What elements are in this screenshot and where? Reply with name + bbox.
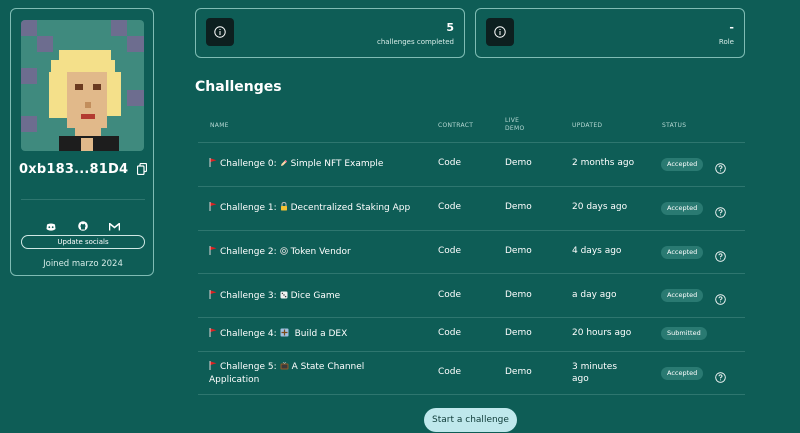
updated-time: 20 days ago [572,202,628,212]
pencil-icon [280,159,288,170]
challenge-name-link[interactable]: Challenge 4: Build a DEX [209,328,347,340]
table-row: Challenge 5: A State Channel Application … [198,351,745,395]
contract-code-link[interactable]: Code [438,328,461,338]
info-icon [206,18,234,46]
copy-icon[interactable] [136,162,148,179]
help-circle-icon[interactable] [715,368,726,383]
table-row: Challenge 3: Dice Game Code Demo a day ag… [198,273,745,317]
table-row: Challenge 1: Decentralized Staking App Co… [198,186,745,230]
column-header-live-demo-line2: DEMO [505,125,525,132]
stat-value: 5 [446,21,454,34]
tv-icon [280,361,289,374]
flag-icon [209,328,217,340]
challenge-name-link[interactable]: Challenge 2: Token Vendor [209,246,351,258]
section-title: Challenges [195,79,282,95]
updated-time: a day ago [572,290,617,300]
column-header-live-demo-line1: LIVE [505,117,520,124]
contract-code-link[interactable]: Code [438,290,461,300]
challenge-prefix: Challenge 5: [220,362,277,372]
stat-label: Role [718,38,734,46]
column-header-updated: UPDATED [572,122,603,129]
challenge-prefix: Challenge 3: [220,291,277,301]
avatar [21,20,144,151]
dice-icon [280,291,288,302]
live-demo-link[interactable]: Demo [505,158,532,168]
status-badge: Accepted [661,202,704,215]
card-divider [21,199,145,200]
contract-code-link[interactable]: Code [438,367,461,377]
discord-icon[interactable] [46,216,56,235]
challenge-prefix: Challenge 0: [220,159,277,169]
contract-code-link[interactable]: Code [438,158,461,168]
challenge-name-link[interactable]: Challenge 0: Simple NFT Example [209,158,383,170]
profile-card: 0xb183...81D4 Update socials Joined marz… [10,8,154,276]
live-demo-link[interactable]: Demo [505,328,532,338]
help-circle-icon[interactable] [715,247,726,262]
challenge-title-line2: Application [209,375,260,385]
flag-icon [209,361,217,374]
challenge-title: Decentralized Staking App [290,203,411,213]
challenge-name-link[interactable]: Challenge 3: Dice Game [209,290,340,302]
stat-value: - [729,21,734,34]
update-socials-button[interactable]: Update socials [21,235,145,249]
updated-time: 20 hours ago [572,328,632,338]
flag-icon [209,246,217,258]
punk-avatar-image [21,20,144,151]
gmail-icon[interactable] [108,216,120,235]
contract-code-link[interactable]: Code [438,246,461,256]
contract-code-link[interactable]: Code [438,202,461,212]
column-header-contract: CONTRACT [438,122,474,129]
challenge-title: Dice Game [290,291,341,301]
flag-icon [209,202,217,214]
status-badge: Accepted [661,158,704,171]
stat-card-challenges-completed: 5 challenges completed [195,8,465,58]
help-circle-icon[interactable] [715,290,726,305]
updated-time: 2 months ago [572,158,635,168]
challenge-prefix: Challenge 4: [220,329,277,339]
updated-time: 4 days ago [572,246,622,256]
wallet-address: 0xb183...81D4 [19,162,129,177]
status-badge: Accepted [661,367,704,380]
stat-card-role: - Role [475,8,745,58]
help-circle-icon[interactable] [715,159,726,174]
stat-label: challenges completed [377,38,454,46]
updated-time-line2: ago [572,374,589,384]
start-challenge-button[interactable]: Start a challenge [424,408,517,432]
github-icon[interactable] [77,216,88,235]
challenge-name-line1: Challenge 5: A State Channel [209,361,364,374]
help-circle-icon[interactable] [715,203,726,218]
table-row: Challenge 0: Simple NFT Example Code Demo… [198,142,745,186]
lock-icon [280,201,288,214]
column-header-name: NAME [210,122,229,129]
flag-icon [209,290,217,302]
status-badge: Accepted [661,289,704,302]
exchange-icon [280,328,289,340]
live-demo-link[interactable]: Demo [505,202,532,212]
social-links [11,215,155,235]
challenge-prefix: Challenge 1: [220,203,277,213]
flag-icon [209,158,217,170]
table-row: Challenge 4: Build a DEX Code Demo 20 hou… [198,317,745,351]
coin-icon [279,247,288,258]
challenge-title: Token Vendor [290,247,351,257]
status-badge: Accepted [661,246,704,259]
live-demo-link[interactable]: Demo [505,367,532,377]
challenge-title: A State Channel [291,362,365,372]
challenge-title: Simple NFT Example [290,159,384,169]
wallet-address-row: 0xb183...81D4 [11,162,155,179]
info-icon [486,18,514,46]
challenge-prefix: Challenge 2: [220,247,277,257]
challenge-name-link[interactable]: Challenge 5: A State Channel Application [209,361,364,386]
live-demo-link[interactable]: Demo [505,290,532,300]
updated-time-line1: 3 minutes [572,362,618,372]
status-badge: Submitted [661,327,707,340]
joined-date: Joined marzo 2024 [43,259,123,269]
updated-time: 3 minutes ago [572,361,617,385]
table-row: Challenge 2: Token Vendor Code Demo 4 day… [198,230,745,273]
column-header-live-demo: LIVE DEMO [505,117,525,133]
column-header-status: STATUS [662,122,687,129]
challenge-title: Build a DEX [294,329,348,339]
live-demo-link[interactable]: Demo [505,246,532,256]
challenge-name-link[interactable]: Challenge 1: Decentralized Staking App [209,201,411,214]
